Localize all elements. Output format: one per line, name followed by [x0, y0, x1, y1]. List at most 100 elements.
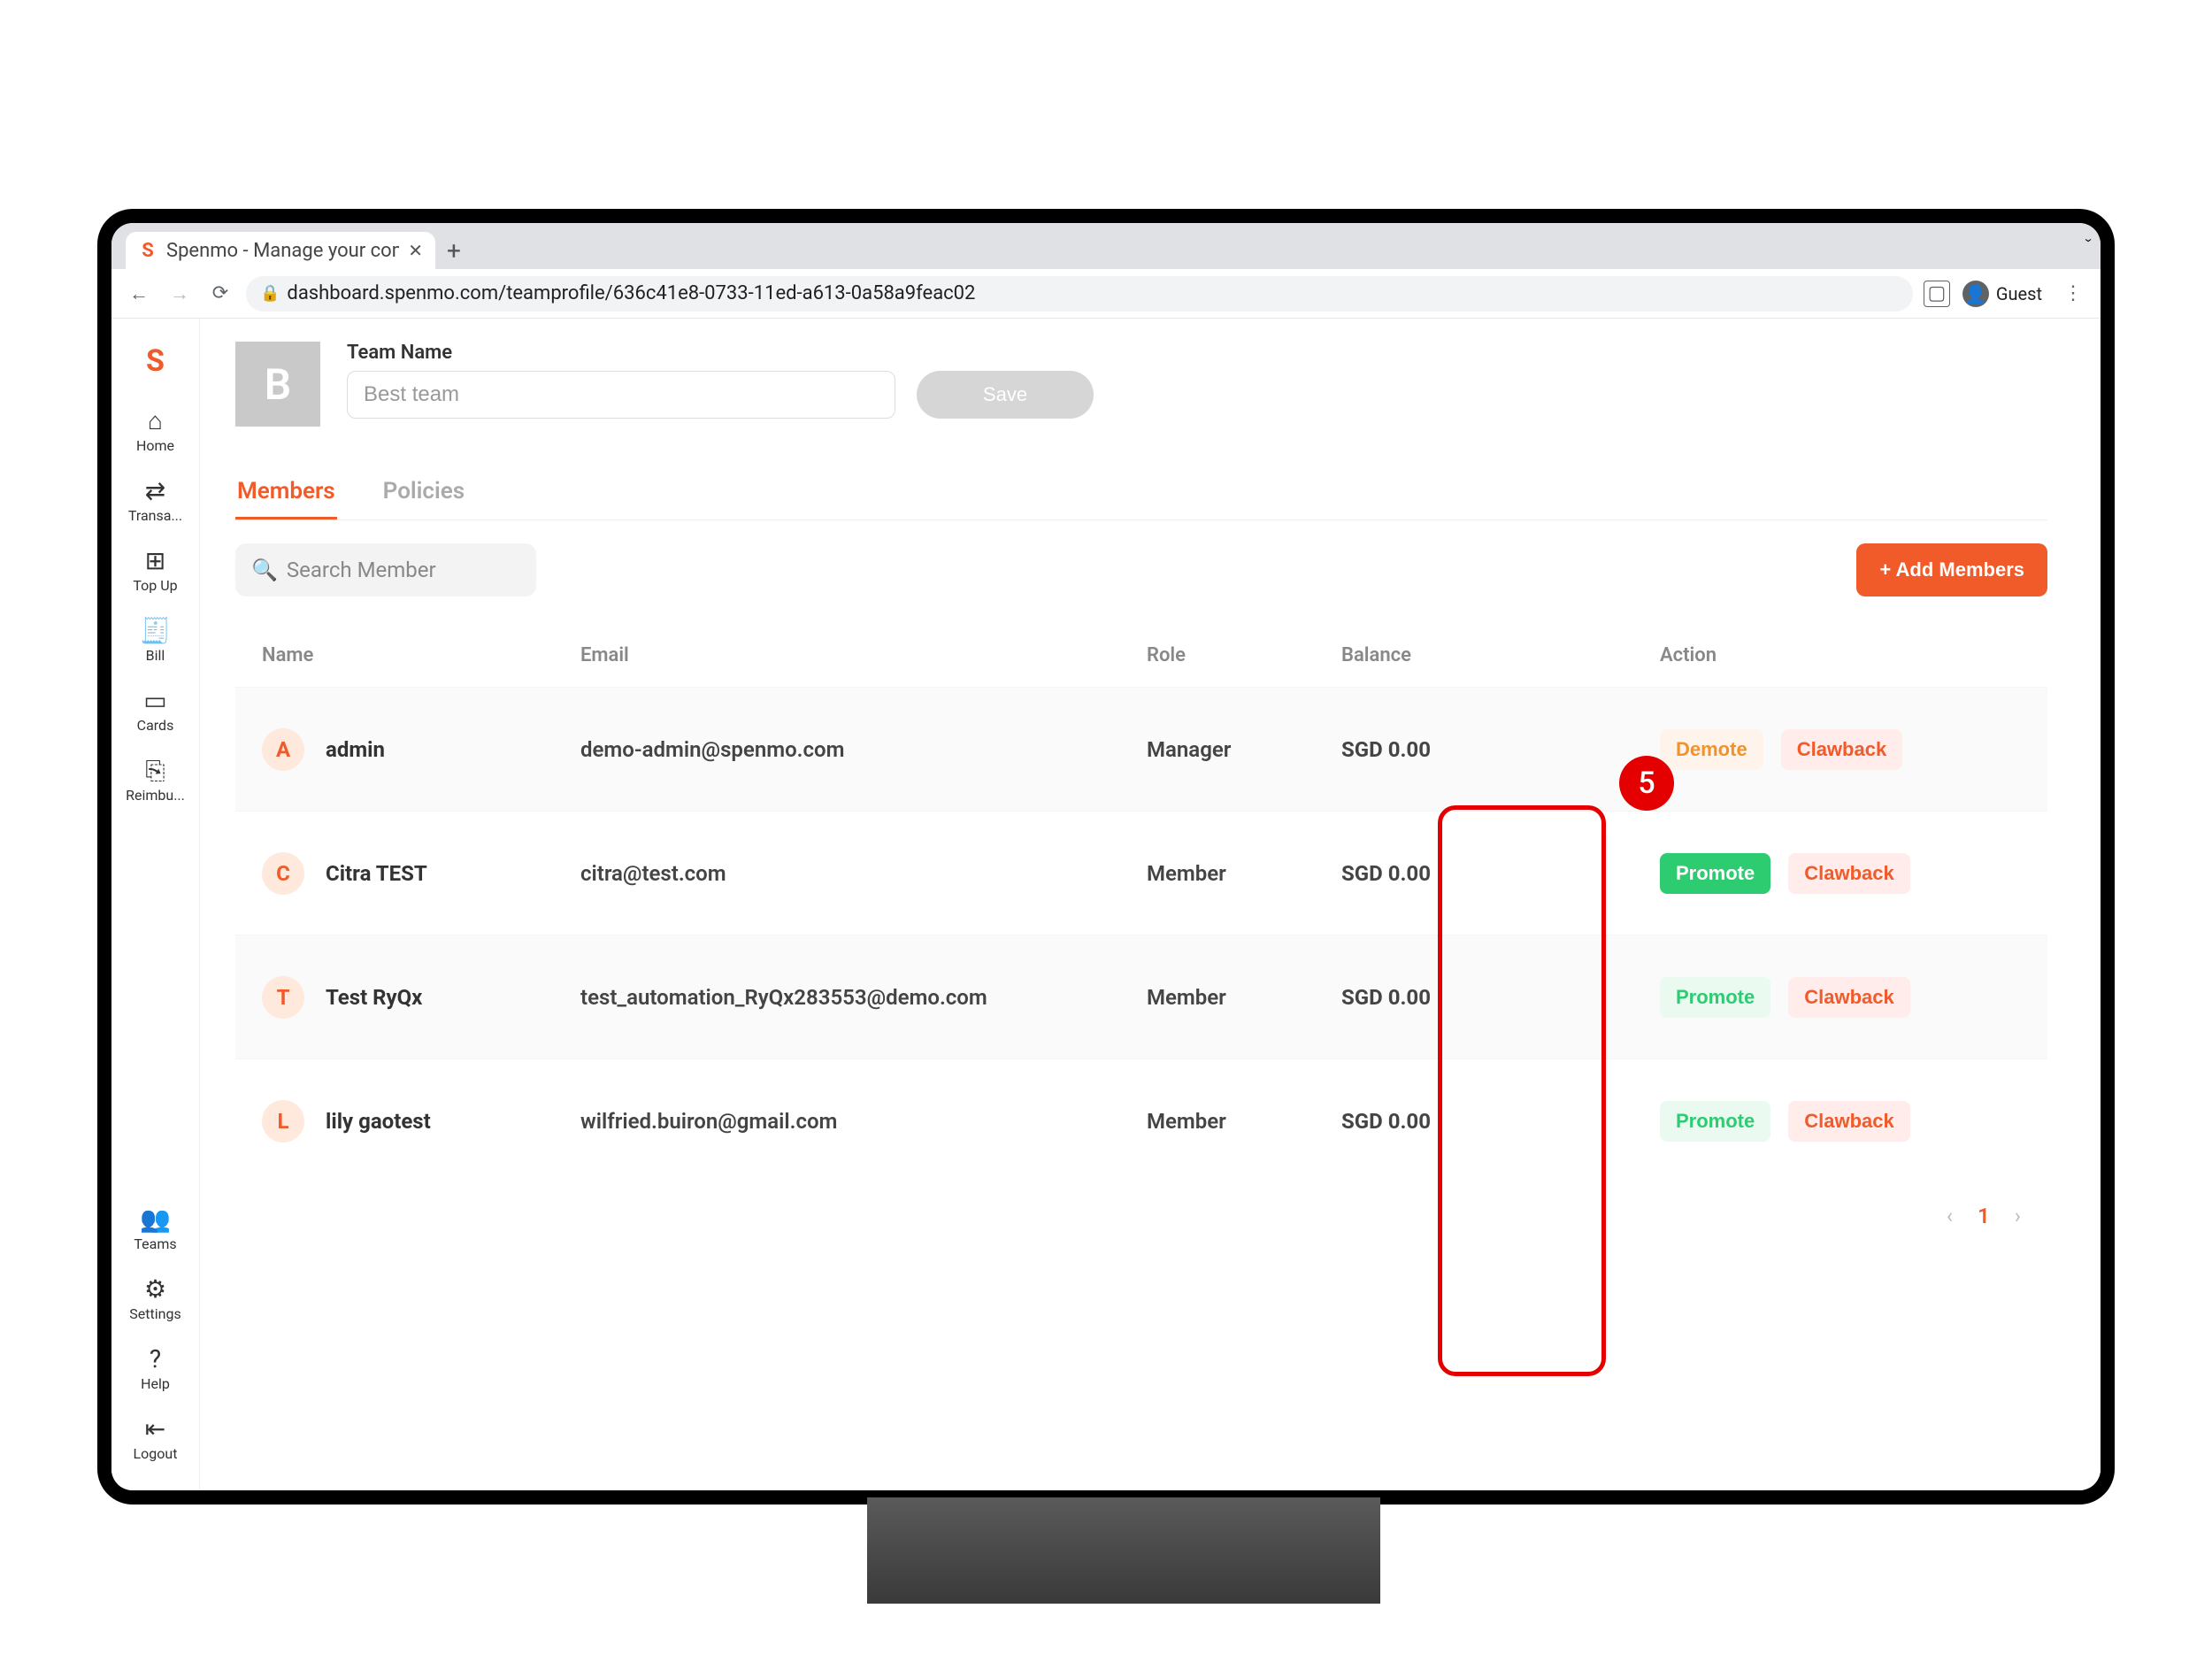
sidebar-item-label: Settings — [129, 1305, 180, 1322]
promote-button[interactable]: Promote — [1660, 1101, 1770, 1142]
url-box[interactable]: 🔒 dashboard.spenmo.com/teamprofile/636c4… — [246, 276, 1913, 312]
cell-balance: SGD 0.00 — [1341, 737, 1607, 762]
demote-button[interactable]: Demote — [1660, 729, 1763, 770]
col-action: Action — [1607, 644, 2021, 666]
sidebar-item-bill[interactable]: 🧾 Bill — [111, 606, 199, 676]
sidebar-item-label: Cards — [137, 717, 174, 734]
sidebar-item-home[interactable]: ⌂ Home — [111, 396, 199, 466]
new-tab-button[interactable]: + — [435, 232, 472, 269]
tab-members[interactable]: Members — [235, 469, 337, 519]
transfer-icon: ⇄ — [145, 479, 165, 504]
spenmo-favicon: S — [138, 241, 157, 260]
member-name: admin — [326, 737, 385, 762]
profile-chip[interactable]: 👤 Guest — [1959, 278, 2049, 310]
team-name-label: Team Name — [347, 342, 1094, 364]
annotation-balance-highlight — [1438, 805, 1606, 1376]
cell-name: TTest RyQx — [262, 976, 580, 1019]
promote-button[interactable]: Promote — [1660, 853, 1770, 894]
monitor-stand — [867, 1497, 1380, 1604]
sidebar-item-help[interactable]: ? Help — [111, 1335, 199, 1404]
clawback-button[interactable]: Clawback — [1788, 1101, 1910, 1142]
app-logo[interactable]: S — [111, 335, 199, 388]
search-member-input[interactable]: 🔍 Search Member — [235, 543, 536, 596]
next-page-button[interactable]: › — [2015, 1204, 2021, 1228]
browser-tab-bar: S Spenmo - Manage your compa ✕ + › — [111, 223, 2101, 269]
reimburse-icon: ⎘ — [145, 758, 165, 783]
avatar-icon: 👤 — [1962, 281, 1989, 307]
gear-icon: ⚙ — [144, 1277, 166, 1302]
cell-role: Member — [1147, 985, 1341, 1010]
clawback-button[interactable]: Clawback — [1788, 853, 1910, 894]
bill-icon: 🧾 — [140, 619, 171, 643]
sidebar-item-cards[interactable]: ▭ Cards — [111, 676, 199, 746]
annotation-step-badge: 5 — [1619, 756, 1674, 811]
cards-icon: ▭ — [143, 689, 166, 713]
save-button[interactable]: Save — [917, 371, 1094, 419]
col-balance: Balance — [1341, 644, 1607, 666]
main-content: B Team Name Save Members Policies — [200, 319, 2101, 1490]
cell-email: citra@test.com — [580, 861, 1147, 886]
clawback-button[interactable]: Clawback — [1781, 729, 1903, 770]
cell-name: Llily gaotest — [262, 1100, 580, 1143]
sidebar-item-settings[interactable]: ⚙ Settings — [111, 1265, 199, 1335]
screen: S Spenmo - Manage your compa ✕ + › ← → ⟳… — [111, 223, 2101, 1490]
team-name-input[interactable] — [347, 371, 895, 419]
cell-name: Aadmin — [262, 728, 580, 771]
sidebar-item-label: Teams — [134, 1235, 176, 1252]
col-role: Role — [1147, 644, 1341, 666]
sidebar-item-label: Bill — [146, 647, 165, 664]
forward-button[interactable]: → — [165, 282, 195, 305]
member-avatar: C — [262, 852, 304, 895]
search-icon: 🔍 — [251, 558, 278, 582]
window-expand-icon[interactable]: › — [2087, 232, 2092, 249]
topup-icon: ⊞ — [145, 549, 165, 573]
sidebar-item-transactions[interactable]: ⇄ Transa... — [111, 466, 199, 536]
address-bar: ← → ⟳ 🔒 dashboard.spenmo.com/teamprofile… — [111, 269, 2101, 319]
sidebar-item-logout[interactable]: ⇤ Logout — [111, 1404, 199, 1474]
cell-action: Demote Clawback — [1607, 729, 2021, 770]
cell-email: test_automation_RyQx283553@demo.com — [580, 985, 1147, 1010]
tab-close-icon[interactable]: ✕ — [408, 240, 423, 261]
sidebar-item-label: Transa... — [128, 507, 182, 524]
table-row: Aadmindemo-admin@spenmo.comManagerSGD 0.… — [235, 687, 2047, 811]
promote-button[interactable]: Promote — [1660, 977, 1770, 1018]
cell-action: Promote Clawback — [1607, 853, 2021, 894]
sidebar-item-teams[interactable]: 👥 Teams — [111, 1195, 199, 1265]
url-text: dashboard.spenmo.com/teamprofile/636c41e… — [287, 282, 975, 304]
app: S ⌂ Home ⇄ Transa... ⊞ Top Up 🧾 Bill — [111, 319, 2101, 1490]
cell-action: Promote Clawback — [1607, 977, 2021, 1018]
sidebar-item-label: Top Up — [133, 577, 177, 594]
member-name: lily gaotest — [326, 1109, 431, 1134]
cell-role: Manager — [1147, 737, 1341, 762]
monitor-frame: S Spenmo - Manage your compa ✕ + › ← → ⟳… — [97, 209, 2115, 1505]
member-avatar: T — [262, 976, 304, 1019]
browser-tab[interactable]: S Spenmo - Manage your compa ✕ — [126, 232, 435, 269]
tab-policies[interactable]: Policies — [381, 469, 466, 519]
page-number[interactable]: 1 — [1978, 1204, 1990, 1228]
member-avatar: L — [262, 1100, 304, 1143]
table-header: Name Email Role Balance Action — [235, 623, 2047, 687]
search-placeholder: Search Member — [287, 558, 436, 582]
help-icon: ? — [150, 1347, 161, 1372]
clawback-button[interactable]: Clawback — [1788, 977, 1910, 1018]
col-email: Email — [580, 644, 1147, 666]
cell-email: demo-admin@spenmo.com — [580, 737, 1147, 762]
sidebar-item-label: Help — [141, 1375, 170, 1392]
back-button[interactable]: ← — [124, 282, 154, 305]
team-header: B Team Name Save — [235, 342, 2047, 427]
sidebar-item-label: Home — [136, 437, 174, 454]
reload-button[interactable]: ⟳ — [205, 282, 235, 304]
member-avatar: A — [262, 728, 304, 771]
teams-icon: 👥 — [140, 1207, 171, 1232]
sidebar-item-reimbursements[interactable]: ⎘ Reimbu... — [111, 746, 199, 816]
sidebar-item-label: Logout — [134, 1445, 178, 1462]
sidebar: S ⌂ Home ⇄ Transa... ⊞ Top Up 🧾 Bill — [111, 319, 200, 1490]
members-toolbar: 🔍 Search Member + Add Members — [235, 543, 2047, 596]
prev-page-button[interactable]: ‹ — [1947, 1204, 1953, 1228]
add-members-button[interactable]: + Add Members — [1856, 543, 2047, 596]
extensions-icon[interactable]: ▢ — [1924, 281, 1950, 307]
sidebar-item-topup[interactable]: ⊞ Top Up — [111, 536, 199, 606]
tab-title: Spenmo - Manage your compa — [166, 240, 399, 262]
members-table: Name Email Role Balance Action Aadmindem… — [235, 623, 2047, 1250]
kebab-menu-icon[interactable]: ⋮ — [2058, 282, 2088, 304]
